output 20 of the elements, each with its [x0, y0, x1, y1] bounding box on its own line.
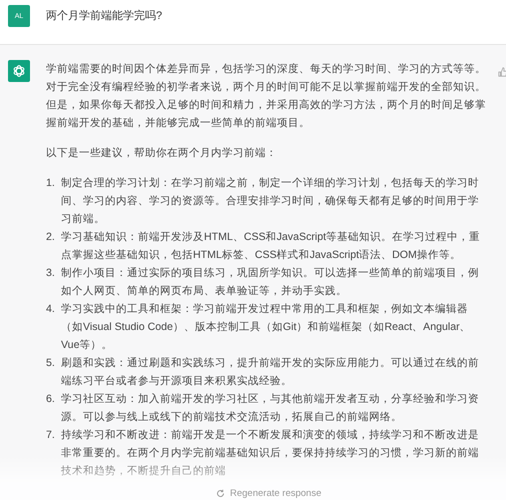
list-number: 3.	[46, 266, 56, 281]
list-item-text: 制作小项目：通过实际的项目练习，巩固所学知识。可以选择一些简单的前端项目，例如个人网页、简单的网页布局、表单验证等，并动手实践。	[61, 266, 480, 299]
list-item-text: 刷题和实践：通过刷题和实践练习，提升前端开发的实际应用能力。可以通过在线的前端练习平台或者参与开源项目来积累实战经验。	[61, 356, 480, 389]
list-number: 4.	[46, 302, 56, 317]
list-item-text: 持续学习和不断改进：前端开发是一个不断发展和演变的领域，持续学习和不断改进是非常重要的。在两个月内学完前端基础知识后，要保持持续学习的习惯，学习新的前端技术和趋势，不断提升自己的前端	[61, 428, 480, 479]
regenerate-button[interactable]: Regenerate response	[212, 487, 326, 500]
list-item-text: 学习社区互动：加入前端开发的学习社区，与其他前端开发者互动，分享经验和学习资源。可以参与线上或线下的前端技术交流活动，拓展自己的前端网络。	[61, 392, 480, 425]
list-item-text: 学习实践中的工具和框架：学习前端开发过程中常用的工具和框架，例如文本编辑器（如Visual Studio Code）、版本控制工具（如Git）和前端框架（如React、Angular、Vue等）。	[61, 302, 472, 353]
list-number: 7.	[46, 428, 56, 443]
paragraph: 学前端需要的时间因个体差异而异，包括学习的深度、每天的学习时间、学习的方式等等。对于完全没有编程经验的初学者来说，两个月的时间可能不足以掌握前端开发的全部知识。但是，如果你每天都投入足够的时间和精力，并采用高效的学习方法，两个月的时间足够掌握前端开发的基础，并能够完成一些简单的前端项目。	[46, 62, 486, 131]
list-item-text: 制定合理的学习计划：在学习前端之前，制定一个详细的学习计划，包括每天的学习时间、学习的内容、学习的资源等。合理安排学习时间，确保每天都有足够的时间用于学习前端。	[61, 176, 480, 227]
list-number: 1.	[46, 176, 56, 191]
list-number: 2.	[46, 230, 56, 245]
refresh-icon	[216, 489, 225, 498]
list-number: 5.	[46, 356, 56, 371]
paragraph: 以下是一些建议，帮助你在两个月内学习前端：	[46, 146, 278, 161]
message-text: 两个月学前端能学完吗?	[46, 8, 162, 24]
list-number: 6.	[46, 392, 56, 407]
thumbs-up-icon[interactable]	[498, 66, 506, 78]
list-item-text: 学习基础知识：前端开发涉及HTML、CSS和JavaScript等基础知识。在学习过程中，重点掌握这些基础知识，包括HTML标签、CSS样式和JavaScript语法、DOM操作等。	[61, 230, 482, 263]
